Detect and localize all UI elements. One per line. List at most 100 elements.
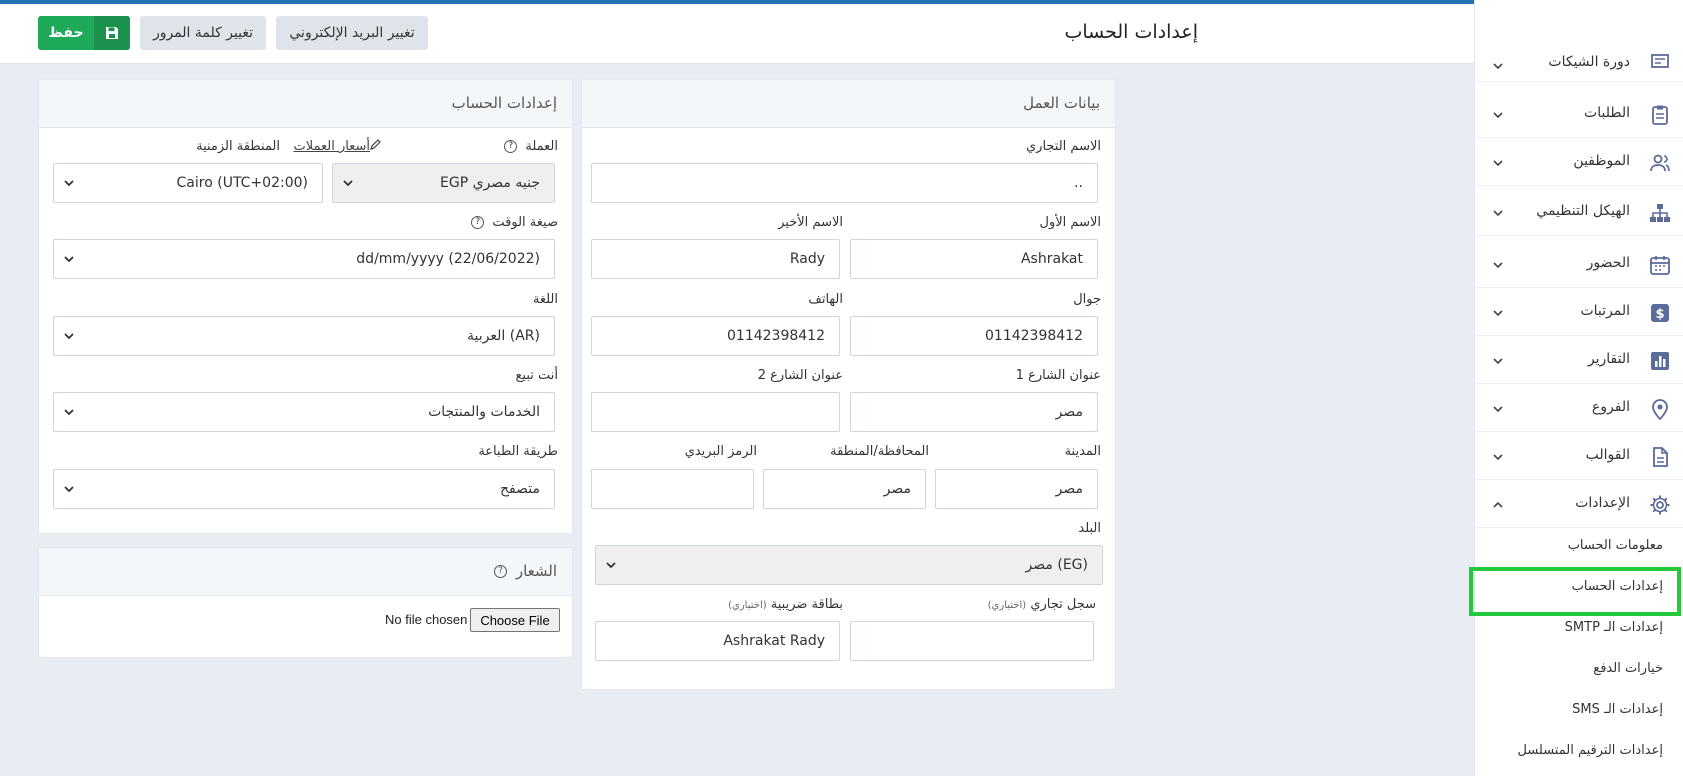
sidebar-item-branches[interactable]: الفروع — [1474, 386, 1683, 432]
street2-input[interactable] — [591, 392, 840, 432]
users-icon — [1650, 154, 1670, 172]
sidebar-item-requests[interactable]: الطلبات — [1474, 92, 1683, 138]
file-icon — [1653, 447, 1668, 467]
timezone-select[interactable]: Cairo (UTC+02:00) — [53, 163, 323, 203]
account-settings-panel-title: إعدادات الحساب — [451, 94, 557, 112]
account-settings-panel-header: إعدادات الحساب — [39, 80, 572, 128]
sidebar-item-label: المرتبات — [1580, 303, 1630, 319]
currency-rates-link[interactable]: أسعار العملات — [293, 139, 382, 154]
street1-label: عنوان الشارع 1 — [1015, 368, 1101, 383]
mobile-input[interactable]: 01142398412 — [850, 316, 1098, 356]
print-method-select-value: متصفح — [500, 481, 540, 497]
sidebar-item-label: الموظفين — [1573, 153, 1630, 169]
last-name-label: الاسم الأخير — [778, 215, 843, 230]
calendar-icon — [1650, 256, 1670, 275]
street2-label: عنوان الشارع 2 — [757, 368, 843, 383]
sidebar-item-label: القوالب — [1585, 447, 1630, 463]
language-select[interactable]: العربية (AR) — [53, 316, 555, 356]
logo-panel-title: الشعار ? — [494, 562, 557, 580]
page-header: إعدادات الحساب تغيير البريد الإلكتروني ت… — [0, 4, 1474, 64]
sidebar-item-org-structure[interactable]: الهيكل التنظيمي — [1474, 190, 1683, 236]
save-button[interactable]: حفظ — [38, 16, 130, 50]
sidebar-subitem-label: إعدادات الـ SMS — [1572, 702, 1663, 717]
chevron-down-icon — [606, 562, 616, 569]
country-select-value: مصر (EG) — [1025, 557, 1088, 573]
first-name-label: الاسم الأول — [1039, 215, 1101, 230]
sidebar-item-employees[interactable]: الموظفين — [1474, 140, 1683, 186]
state-input[interactable]: مصر — [763, 469, 926, 509]
chevron-down-icon — [1493, 262, 1503, 269]
map-pin-icon — [1652, 399, 1668, 420]
no-file-chosen-text: No file chosen — [385, 612, 468, 627]
sidebar-subitem-label: إعدادات الترقيم المتسلسل — [1517, 743, 1663, 758]
chevron-down-icon — [64, 180, 74, 187]
chevron-down-icon — [1493, 112, 1503, 119]
tax-card-label: بطاقة ضريبية (اختياري) — [728, 597, 843, 612]
phone-label: الهاتف — [808, 292, 843, 307]
sidebar-item-label: الطلبات — [1584, 105, 1630, 121]
sidebar-item-label: الفروع — [1591, 399, 1630, 415]
chevron-down-icon — [64, 256, 74, 263]
you-sell-select-value: الخدمات والمنتجات — [428, 404, 540, 420]
country-label: البلد — [1078, 521, 1101, 536]
sidebar-item-settings[interactable]: الإعدادات — [1474, 482, 1683, 528]
you-sell-select[interactable]: الخدمات والمنتجات — [53, 392, 555, 432]
sidebar-item-attendance[interactable]: الحضور — [1474, 242, 1683, 288]
dollar-icon: $ — [1651, 304, 1669, 322]
commercial-register-input[interactable] — [850, 621, 1094, 661]
city-label: المدينة — [1064, 444, 1101, 459]
sidebar-item-reports[interactable]: التقارير — [1474, 338, 1683, 384]
sidebar-subitem-account-info[interactable]: معلومات الحساب — [1474, 527, 1683, 568]
business-name-label: الاسم التجاري — [1025, 139, 1101, 154]
sidebar-item-templates[interactable]: القوالب — [1474, 434, 1683, 480]
help-icon[interactable]: ? — [471, 216, 485, 229]
org-chart-icon — [1650, 204, 1670, 222]
print-method-label: طريقة الطباعة — [478, 444, 558, 459]
logo-panel: الشعار ? Choose File No file chosen — [38, 547, 573, 658]
time-format-select[interactable]: dd/mm/yyyy (22/06/2022) — [53, 239, 555, 279]
sidebar-subitem-sms-settings[interactable]: إعدادات الـ SMS — [1474, 691, 1683, 732]
currency-label-text: العملة — [525, 139, 558, 154]
city-input[interactable]: مصر — [935, 469, 1098, 509]
sidebar-item-label: الحضور — [1586, 255, 1630, 271]
timezone-label: المنطقة الزمنية — [196, 139, 280, 154]
chevron-down-icon — [1493, 406, 1503, 413]
commercial-register-label-text: سجل تجاري — [1030, 597, 1096, 612]
sidebar-item-payroll[interactable]: $ المرتبات — [1474, 290, 1683, 336]
help-icon[interactable]: ? — [504, 140, 518, 153]
state-label: المحافظة/المنطقة — [830, 444, 929, 459]
sidebar-subitem-numbering-settings[interactable]: إعدادات الترقيم المتسلسل — [1474, 732, 1683, 773]
currency-select[interactable]: EGP جنيه مصري — [332, 163, 555, 203]
chevron-down-icon — [1493, 63, 1503, 70]
save-button-label: حفظ — [48, 25, 84, 41]
last-name-input[interactable]: Rady — [591, 239, 840, 279]
street1-input[interactable]: مصر — [850, 392, 1098, 432]
sidebar-item-label: الإعدادات — [1575, 495, 1630, 511]
sidebar-item-label: دورة الشيكات — [1548, 54, 1630, 70]
commercial-register-label: سجل تجاري (اختياري) — [988, 597, 1096, 612]
sidebar-item-label: الهيكل التنظيمي — [1536, 203, 1630, 219]
change-password-button[interactable]: تغيير كلمة المرور — [140, 16, 266, 50]
mobile-label: جوال — [1073, 292, 1101, 307]
change-email-button[interactable]: تغيير البريد الإلكتروني — [276, 16, 428, 50]
language-select-value: العربية (AR) — [467, 328, 540, 344]
time-format-label: صيغة الوقت ? — [471, 215, 558, 230]
tax-card-optional: (اختياري) — [728, 600, 767, 611]
tax-card-label-text: بطاقة ضريبية — [770, 597, 843, 612]
first-name-input[interactable]: Ashrakat — [850, 239, 1098, 279]
chevron-down-icon — [1493, 160, 1503, 167]
country-select[interactable]: مصر (EG) — [595, 545, 1103, 585]
phone-input[interactable]: 01142398412 — [591, 316, 840, 356]
business-name-input[interactable]: .. — [591, 163, 1098, 203]
sidebar-subitem-payment-options[interactable]: خيارات الدفع — [1474, 650, 1683, 691]
tax-card-input[interactable]: Ashrakat Rady — [595, 621, 840, 661]
zip-input[interactable] — [591, 469, 754, 509]
choose-file-button[interactable]: Choose File — [470, 608, 560, 632]
work-data-panel-header: بيانات العمل — [582, 80, 1115, 128]
print-method-select[interactable]: متصفح — [53, 469, 555, 509]
help-icon[interactable]: ? — [494, 565, 508, 578]
logo-panel-header: الشعار ? — [39, 548, 572, 596]
language-label: اللغة — [532, 292, 558, 307]
chevron-down-icon — [1493, 210, 1503, 217]
sidebar-item-cheques[interactable]: دورة الشيكات — [1474, 46, 1683, 82]
